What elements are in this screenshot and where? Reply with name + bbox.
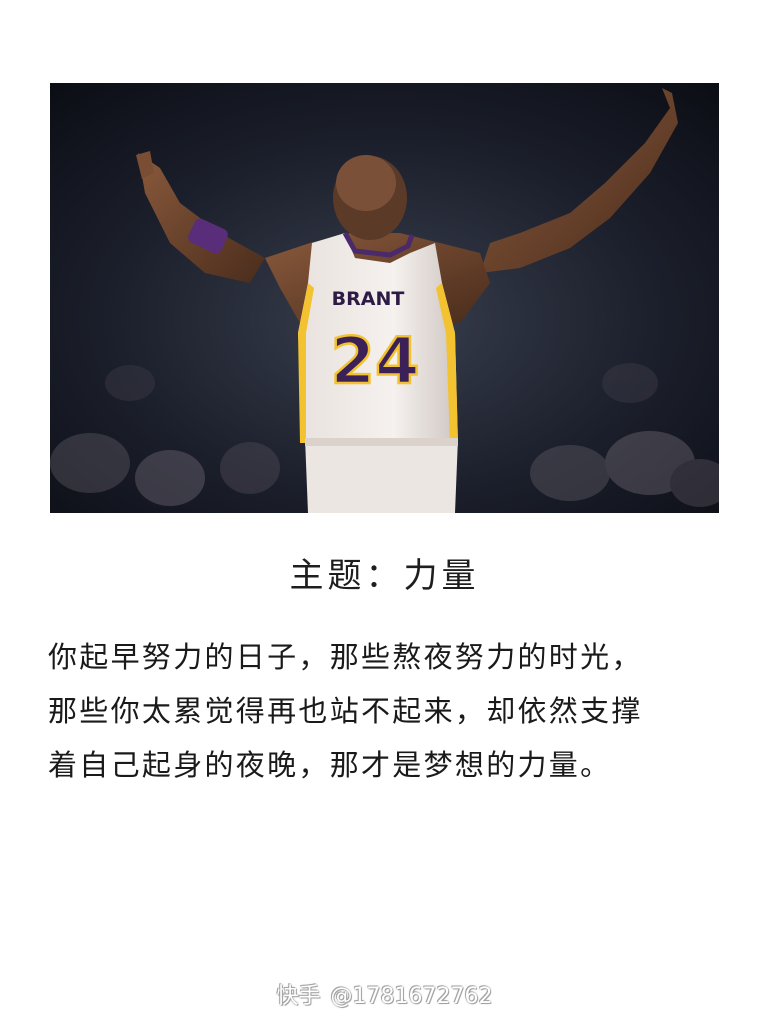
theme-title: 主题：力量 bbox=[289, 556, 480, 596]
quote-line: 你起早努力的日子，那些熬夜努力的时光， bbox=[48, 640, 643, 674]
quote-line: 那些你太累觉得再也站不起来，却依然支撑 bbox=[48, 694, 643, 728]
quote-line: 着自己起身的夜晚，那才是梦想的力量。 bbox=[48, 748, 612, 782]
watermark-app: 快手 bbox=[276, 984, 321, 1009]
jersey-number: 24 bbox=[330, 325, 419, 399]
watermark: 快手 @1781672762 bbox=[0, 978, 769, 1010]
watermark-handle: @1781672762 bbox=[330, 984, 493, 1009]
hero-photo: BRANT 24 bbox=[50, 83, 719, 513]
quote-paragraph: 你起早努力的日子，那些熬夜努力的时光， 那些你太累觉得再也站不起来，却依然支撑 … bbox=[48, 630, 723, 792]
player-back-illustration: BRANT 24 bbox=[50, 83, 719, 513]
jersey-name: BRANT bbox=[332, 288, 405, 310]
